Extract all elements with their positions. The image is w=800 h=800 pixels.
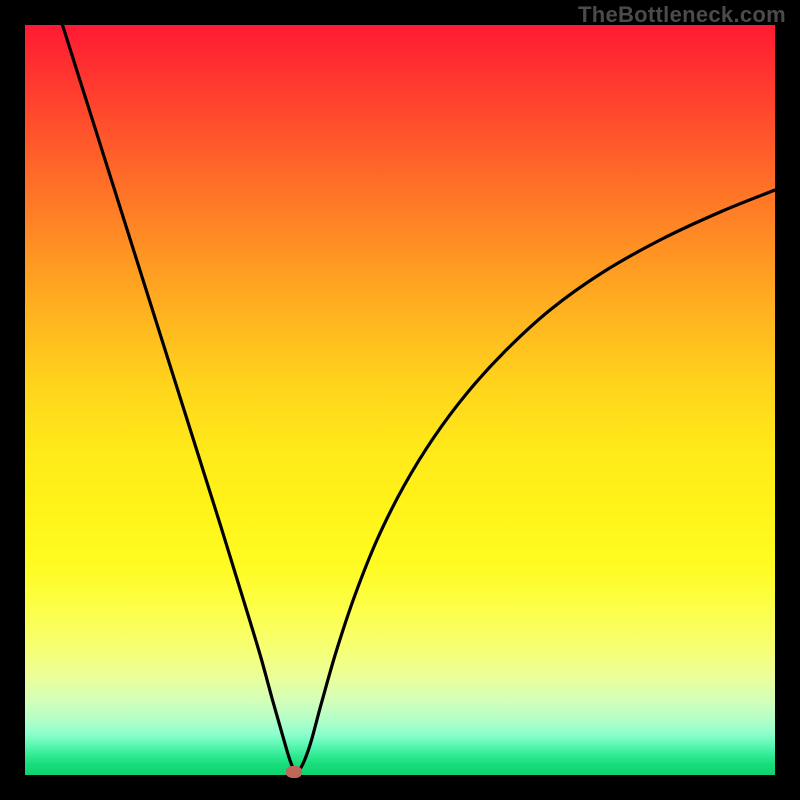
- optimal-point-marker: [286, 766, 302, 778]
- plot-area: [25, 25, 775, 775]
- bottleneck-curve: [25, 25, 775, 775]
- chart-frame: TheBottleneck.com: [0, 0, 800, 800]
